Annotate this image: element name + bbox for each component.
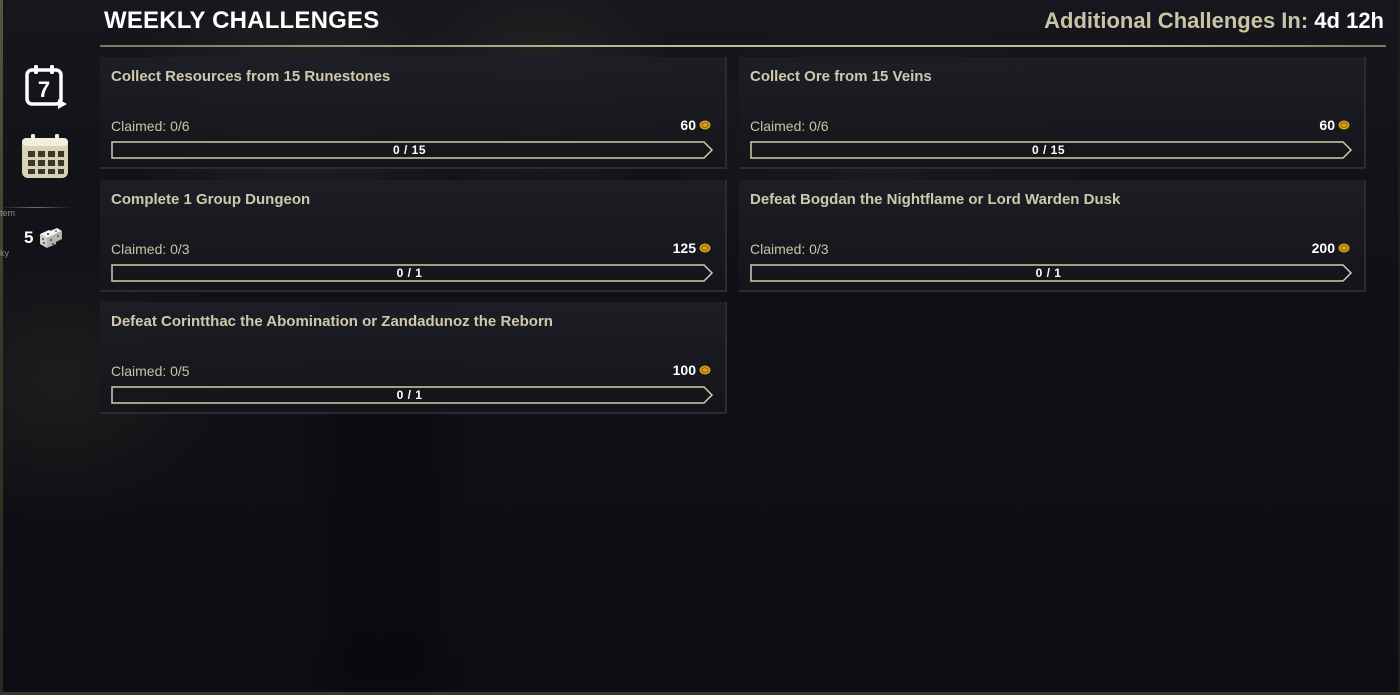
challenge-card[interactable]: Complete 1 Group Dungeon Claimed: 0/3 12… (100, 180, 727, 292)
reward-value: 100 (672, 362, 696, 378)
challenge-card[interactable]: Collect Resources from 15 Runestones Cla… (100, 57, 727, 169)
claimed-count: Claimed: 0/5 (111, 363, 190, 379)
coin-icon (699, 365, 711, 375)
reward: 60 (680, 117, 711, 133)
cutoff-label: tem (0, 208, 16, 218)
timer-label: Additional Challenges In: (1044, 8, 1309, 33)
progress-bar: 0 / 1 (111, 264, 714, 282)
reward-value: 125 (672, 240, 696, 256)
progress-bar: 0 / 1 (111, 386, 714, 404)
svg-text:7: 7 (38, 77, 50, 102)
challenge-card[interactable]: Defeat Bogdan the Nightflame or Lord War… (739, 180, 1366, 292)
challenge-title: Collect Resources from 15 Runestones (111, 68, 391, 85)
coin-icon (1338, 243, 1350, 253)
claimed-count: Claimed: 0/6 (750, 118, 829, 134)
reward-value: 60 (1319, 117, 1335, 133)
progress-bar: 0 / 15 (111, 141, 714, 159)
dice-count: 5 (24, 228, 34, 247)
challenge-title: Collect Ore from 15 Veins (750, 68, 932, 85)
header-divider (100, 45, 1386, 47)
progress-text: 0 / 1 (1035, 266, 1062, 280)
progress-text: 0 / 1 (396, 266, 423, 280)
progress-bar: 0 / 15 (750, 141, 1353, 159)
left-frame-border (0, 0, 3, 695)
claimed-count: Claimed: 0/3 (111, 241, 190, 257)
challenge-title: Complete 1 Group Dungeon (111, 191, 311, 208)
calendar-icon[interactable] (18, 133, 74, 181)
page-title: WEEKLY CHALLENGES (104, 7, 380, 34)
challenge-card[interactable]: Defeat Corintthac the Abomination or Zan… (100, 302, 727, 414)
weekly-challenges-screen: 7 tem 5 ky WEEKLY CHALLENGES Additional … (0, 0, 1400, 695)
reward: 100 (673, 362, 711, 378)
progress-text: 0 / 15 (392, 143, 427, 157)
reward: 125 (673, 240, 711, 256)
reward-value: 60 (680, 117, 696, 133)
progress-text: 0 / 1 (396, 388, 423, 402)
additional-challenges-timer: Additional Challenges In: 4d 12h (1044, 8, 1384, 34)
progress-bar: 0 / 1 (750, 264, 1353, 282)
coin-icon (699, 120, 711, 130)
progress-text: 0 / 15 (1031, 143, 1066, 157)
daily-seven-icon[interactable]: 7 (22, 62, 70, 112)
claimed-count: Claimed: 0/3 (750, 241, 829, 257)
dice-counter[interactable]: 5 (24, 226, 63, 250)
coin-icon (699, 243, 711, 253)
cutoff-label: ky (0, 248, 9, 258)
challenge-title: Defeat Bogdan the Nightflame or Lord War… (750, 191, 1121, 208)
challenge-card[interactable]: Collect Ore from 15 Veins Claimed: 0/6 6… (739, 57, 1366, 169)
coin-icon (1338, 120, 1350, 130)
timer-value: 4d 12h (1314, 8, 1384, 33)
reward: 60 (1319, 117, 1350, 133)
challenge-title: Defeat Corintthac the Abomination or Zan… (111, 313, 553, 330)
reward: 200 (1312, 240, 1350, 256)
claimed-count: Claimed: 0/6 (111, 118, 190, 134)
dice-icon (40, 228, 63, 248)
reward-value: 200 (1311, 240, 1335, 256)
